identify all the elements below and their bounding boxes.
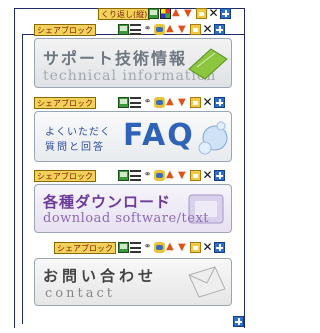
person-icon[interactable]	[154, 24, 165, 35]
plus-icon[interactable]	[214, 97, 225, 108]
monitor-icon[interactable]	[148, 8, 159, 19]
banner-line1: よくいただく	[45, 127, 111, 138]
person-icon[interactable]	[154, 97, 165, 108]
plus-icon[interactable]	[220, 8, 231, 19]
share-block-button[interactable]: シェアブロック	[34, 97, 96, 109]
arrow-down-icon[interactable]	[178, 242, 189, 253]
people-icon[interactable]: ⚭	[142, 170, 153, 181]
banner-subtitle: contact	[45, 286, 115, 301]
people-icon[interactable]: ⚭	[142, 24, 153, 35]
share-block-button[interactable]: シェアブロック	[54, 242, 116, 254]
lines-icon[interactable]	[130, 242, 141, 253]
banner-subtitle: download software/text	[43, 211, 210, 226]
repeat-vertical-button[interactable]: くり返し(縦)	[98, 8, 151, 20]
download-banner[interactable]: 各種ダウンロード download software/text	[34, 184, 232, 233]
folder-icon[interactable]	[190, 24, 201, 35]
folder-icon[interactable]	[190, 170, 201, 181]
person-icon[interactable]	[154, 242, 165, 253]
arrow-down-icon[interactable]	[178, 24, 189, 35]
arrow-up-icon[interactable]	[166, 96, 177, 108]
block-toolbar: ⚭ ✕	[118, 169, 225, 181]
share-block-button[interactable]: シェアブロック	[34, 24, 96, 36]
contact-banner[interactable]: お問い合わせ contact	[34, 258, 232, 306]
folder-icon[interactable]	[190, 97, 201, 108]
close-icon[interactable]: ✕	[208, 7, 219, 19]
arrow-down-icon[interactable]	[178, 170, 189, 181]
banner-title: サポート技術情報	[43, 49, 188, 68]
monitor-icon[interactable]	[118, 242, 129, 253]
arrow-down-icon[interactable]	[184, 8, 195, 19]
block-toolbar: ⚭ ✕	[118, 241, 225, 253]
faq-banner[interactable]: よくいただく 質問と回答 FAQ	[34, 111, 232, 162]
arrow-up-icon[interactable]	[172, 7, 183, 19]
monitor-icon[interactable]	[118, 170, 129, 181]
monitor-icon[interactable]	[118, 97, 129, 108]
person-icon[interactable]	[154, 170, 165, 181]
plus-icon[interactable]	[233, 316, 244, 327]
folder-icon[interactable]	[190, 242, 201, 253]
monitor-icon[interactable]	[118, 24, 129, 35]
close-icon[interactable]: ✕	[202, 96, 213, 108]
arrow-up-icon[interactable]	[166, 23, 177, 35]
plus-icon[interactable]	[214, 170, 225, 181]
bubbles-icon	[198, 121, 228, 155]
lines-icon[interactable]	[130, 170, 141, 181]
close-icon[interactable]: ✕	[202, 23, 213, 35]
envelope-icon	[188, 266, 226, 298]
book-icon	[188, 48, 228, 81]
folder-icon[interactable]	[196, 8, 207, 19]
header-toolbar: ✕	[148, 7, 231, 19]
faq-heading: FAQ	[123, 118, 195, 153]
lines-icon[interactable]	[130, 24, 141, 35]
banner-title: お問い合わせ	[43, 267, 158, 285]
lines-icon[interactable]	[130, 97, 141, 108]
support-tech-info-banner[interactable]: サポート技術情報 technical information	[34, 38, 232, 88]
plus-icon[interactable]	[214, 242, 225, 253]
bottom-toolbar	[233, 316, 244, 327]
close-icon[interactable]: ✕	[202, 169, 213, 181]
left-frame-line	[14, 8, 15, 328]
close-icon[interactable]: ✕	[202, 241, 213, 253]
banner-title: 各種ダウンロード	[43, 193, 172, 211]
inner-left-line	[22, 34, 23, 324]
people-icon[interactable]: ⚭	[142, 97, 153, 108]
block-toolbar: ⚭ ✕	[118, 23, 225, 35]
arrow-down-icon[interactable]	[178, 97, 189, 108]
block-toolbar: ⚭ ✕	[118, 96, 225, 108]
arrow-up-icon[interactable]	[166, 169, 177, 181]
people-icon[interactable]: ⚭	[142, 242, 153, 253]
plus-icon[interactable]	[214, 24, 225, 35]
share-block-button[interactable]: シェアブロック	[34, 170, 96, 182]
right-frame-line	[244, 8, 245, 328]
arrow-up-icon[interactable]	[166, 241, 177, 253]
grid-icon[interactable]	[160, 8, 171, 19]
banner-line2: 質問と回答	[45, 142, 105, 153]
